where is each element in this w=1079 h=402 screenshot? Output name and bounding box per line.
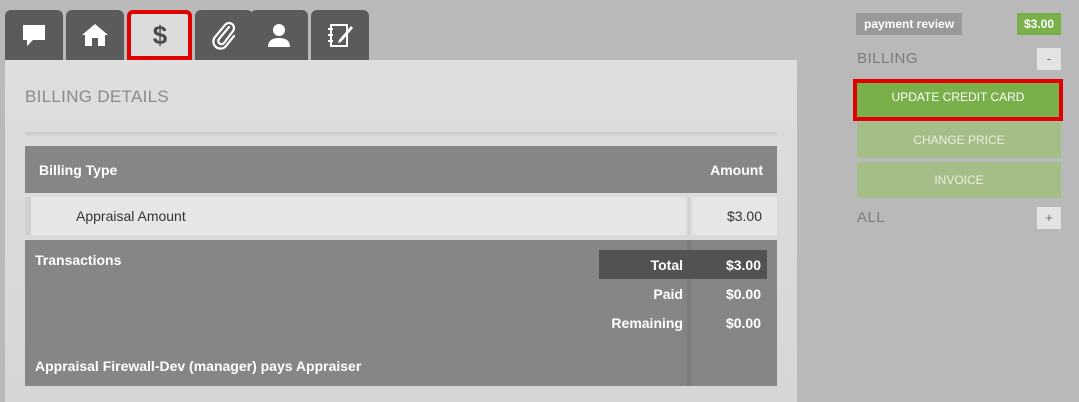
- billing-type-cell: Appraisal Amount: [76, 208, 186, 224]
- update-credit-card-button[interactable]: UPDATE CREDIT CARD: [853, 79, 1063, 121]
- billing-details-panel: BILLING DETAILS Billing Type Amount Appr…: [5, 60, 797, 402]
- table-row: Appraisal Amount $3.00: [25, 197, 777, 235]
- user-icon: [268, 24, 290, 47]
- collapse-billing-toggle[interactable]: -: [1037, 48, 1061, 70]
- notebook-pen-icon: [328, 24, 353, 47]
- status-badge: payment review: [856, 13, 963, 35]
- invoice-button[interactable]: INVOICE: [857, 162, 1061, 198]
- payment-note: Appraisal Firewall-Dev (manager) pays Ap…: [35, 358, 362, 374]
- change-price-button[interactable]: CHANGE PRICE: [857, 122, 1061, 158]
- summary-value: $0.00: [725, 315, 761, 331]
- amount-cell: $3.00: [726, 208, 762, 224]
- column-divider: [685, 197, 693, 235]
- column-header-billing-type: Billing Type: [39, 162, 118, 178]
- summary-row-remaining: Remaining $0.00: [599, 308, 767, 337]
- summary-label: Paid: [653, 286, 683, 302]
- tab-notes[interactable]: [311, 10, 369, 60]
- tab-billing[interactable]: $: [127, 10, 192, 60]
- billing-table-header: Billing Type Amount: [25, 146, 777, 193]
- summary-row-paid: Paid $0.00: [599, 279, 767, 308]
- tab-home[interactable]: [66, 10, 124, 60]
- svg-text:$: $: [152, 20, 167, 50]
- panel-title: BILLING DETAILS: [25, 87, 170, 106]
- title-divider: [25, 132, 777, 136]
- tab-contacts[interactable]: [250, 10, 308, 60]
- paperclip-icon: [212, 21, 236, 50]
- tab-messages[interactable]: [5, 10, 63, 60]
- summary-value: $3.00: [725, 257, 761, 273]
- summary-label: Remaining: [611, 315, 683, 331]
- all-section-label: ALL: [857, 209, 886, 226]
- summary-row-total: Total $3.00: [599, 250, 767, 279]
- home-icon: [82, 24, 108, 46]
- dollar-icon: $: [152, 20, 167, 50]
- expand-all-toggle[interactable]: +: [1037, 207, 1061, 229]
- transactions-section: Transactions Total $3.00 Paid $0.00 Rema…: [25, 240, 777, 386]
- billing-section-label: BILLING: [857, 50, 919, 67]
- column-header-amount: Amount: [710, 162, 763, 178]
- transactions-label: Transactions: [35, 252, 122, 268]
- price-badge: $3.00: [1017, 13, 1062, 35]
- tab-attachments[interactable]: [195, 10, 253, 60]
- summary-label: Total: [650, 257, 683, 273]
- chat-icon: [23, 25, 45, 46]
- summary-value: $0.00: [725, 286, 761, 302]
